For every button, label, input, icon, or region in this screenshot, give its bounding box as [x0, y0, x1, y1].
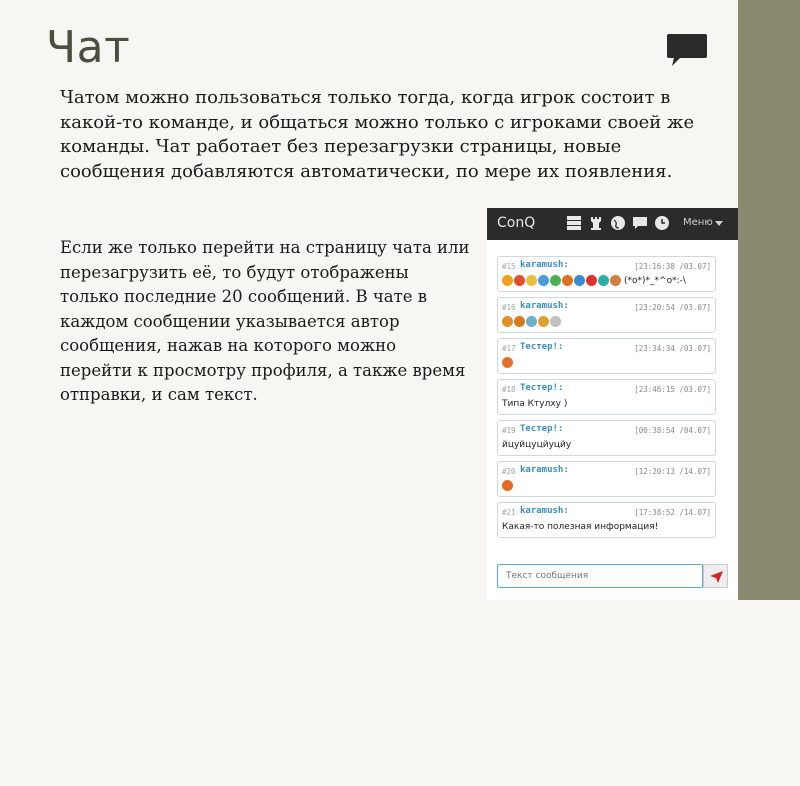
chat-message: #18 Тестер!: [23:46:15 /03.07] Типа Ктулху … [497, 379, 716, 415]
emoji-icon [502, 357, 513, 368]
message-number: #18 [502, 385, 516, 394]
message-author[interactable]: karamush: [520, 465, 569, 475]
chat-message: #17 Тестер!: [23:34:34 /03.07] [497, 338, 716, 374]
emoji-icon [514, 316, 525, 327]
chat-message: #15 karamush: [23:16:38 /03.07] (*o*)*_*^o*… [497, 256, 716, 292]
message-number: #16 [502, 303, 516, 312]
intro-paragraph: Чатом можно пользоваться только тогда, к… [60, 87, 695, 182]
chat-message: #20 karamush: [12:20:13 /14.07] [497, 461, 716, 497]
speech-bubble-icon [667, 34, 707, 66]
message-number: #15 [502, 262, 516, 271]
globe-icon[interactable] [609, 214, 627, 232]
slide-title: Чат [46, 22, 131, 73]
message-text: йцуйцуцйуцйу [502, 440, 572, 450]
message-text: (*o*)*_*^o*:-\ [624, 276, 686, 286]
message-text: Какая-то полезная информация! [502, 522, 659, 532]
chat-message: #21 karamush: [17:38:52 /14.07] Какая-то по… [497, 502, 716, 538]
message-time: [17:38:52 /14.07] [634, 508, 711, 517]
message-input[interactable] [497, 564, 703, 588]
emoji-icon [610, 275, 621, 286]
message-time: [12:20:13 /14.07] [634, 467, 711, 476]
emoji-icon [562, 275, 573, 286]
message-time: [23:16:38 /03.07] [634, 262, 711, 271]
chat-message: #19 Тестер!: [00:38:54 /04.07] йцуйцуцйуцйу [497, 420, 716, 456]
server-icon[interactable] [565, 214, 583, 232]
chat-icon[interactable] [631, 214, 649, 232]
clock-icon[interactable] [653, 214, 671, 232]
message-author[interactable]: karamush: [520, 260, 569, 270]
emoji-icon [526, 275, 537, 286]
message-number: #19 [502, 426, 516, 435]
emoji-icon [550, 316, 561, 327]
message-number: #17 [502, 344, 516, 353]
emoji-icon [574, 275, 585, 286]
message-time: [23:46:15 /03.07] [634, 385, 711, 394]
message-time: [00:38:54 /04.07] [634, 426, 711, 435]
emoji-icon [502, 316, 513, 327]
message-text: Типа Ктулху ) [502, 399, 568, 409]
emoji-icon [502, 275, 513, 286]
app-header: ConQ Меню [487, 208, 738, 240]
message-number: #21 [502, 508, 516, 517]
emoji-icon [526, 316, 537, 327]
emoji-icon [550, 275, 561, 286]
emoji-icon [586, 275, 597, 286]
chat-panel: #15 karamush: [23:16:38 /03.07] (*o*)*_*^o*… [487, 240, 738, 600]
send-icon [710, 571, 723, 583]
message-author[interactable]: Тестер!: [520, 424, 563, 434]
menu-button[interactable]: Меню [683, 217, 713, 228]
message-author[interactable]: karamush: [520, 301, 569, 311]
message-input-row [497, 564, 728, 588]
message-author[interactable]: Тестер!: [520, 342, 563, 352]
emoji-icon [514, 275, 525, 286]
emoji-icon [598, 275, 609, 286]
side-stripe [738, 0, 800, 600]
details-paragraph: Если же только перейти на страницу чата … [60, 238, 470, 404]
message-author[interactable]: Тестер!: [520, 383, 563, 393]
message-number: #20 [502, 467, 516, 476]
emoji-icon [502, 480, 513, 491]
message-list: #15 karamush: [23:16:38 /03.07] (*o*)*_*^o*… [497, 256, 716, 786]
chat-message: #16 karamush: [23:20:54 /03.07] [497, 297, 716, 333]
emoji-icon [538, 316, 549, 327]
send-button[interactable] [703, 564, 728, 588]
app-brand[interactable]: ConQ [497, 215, 535, 231]
message-time: [23:20:54 /03.07] [634, 303, 711, 312]
chess-rook-icon[interactable] [587, 214, 605, 232]
chevron-down-icon [715, 221, 723, 226]
message-time: [23:34:34 /03.07] [634, 344, 711, 353]
message-author[interactable]: karamush: [520, 506, 569, 516]
emoji-icon [538, 275, 549, 286]
